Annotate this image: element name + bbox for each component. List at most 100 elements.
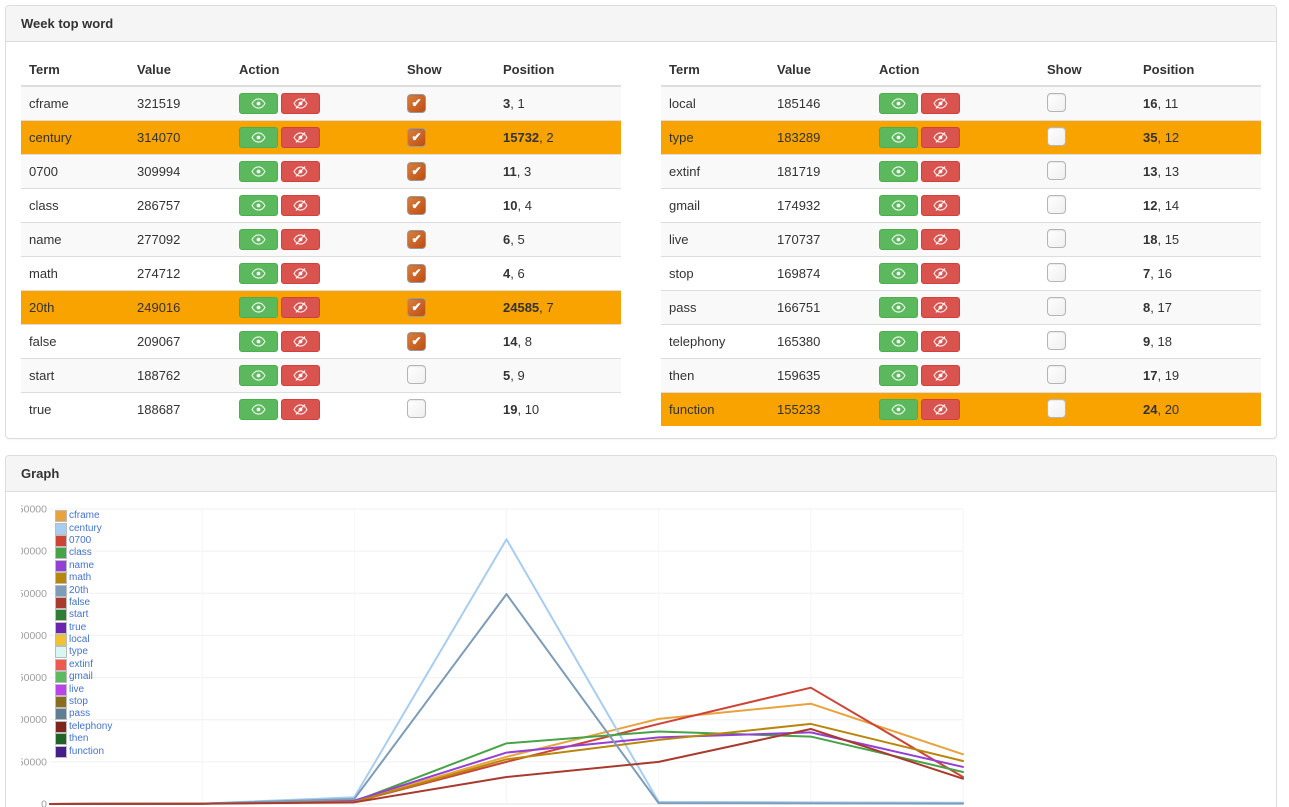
hide-button[interactable]	[921, 127, 960, 148]
show-checkbox[interactable]	[1047, 263, 1066, 282]
show-button[interactable]	[239, 297, 278, 318]
hide-button[interactable]	[921, 365, 960, 386]
term-cell: local	[661, 86, 769, 121]
show-checkbox[interactable]	[1047, 331, 1066, 350]
show-button[interactable]	[239, 195, 278, 216]
value-cell: 314070	[129, 121, 231, 155]
table-header-row: TermValueActionShowPosition	[661, 54, 1261, 86]
action-cell	[871, 223, 1039, 257]
legend-item-function[interactable]: function	[55, 745, 112, 757]
legend-item-type[interactable]: type	[55, 646, 112, 658]
hide-button[interactable]	[921, 161, 960, 182]
action-cell	[871, 121, 1039, 155]
hide-button[interactable]	[281, 331, 320, 352]
show-checkbox[interactable]	[407, 365, 426, 384]
legend-item-extinf[interactable]: extinf	[55, 659, 112, 671]
show-checkbox[interactable]	[1047, 399, 1066, 418]
value-cell: 188762	[129, 359, 231, 393]
show-button[interactable]	[879, 297, 918, 318]
legend-item-telephony[interactable]: telephony	[55, 721, 112, 733]
show-checkbox[interactable]	[1047, 93, 1066, 112]
show-checkbox[interactable]: ✔	[407, 298, 426, 317]
hide-button[interactable]	[281, 93, 320, 114]
show-cell	[1039, 86, 1135, 121]
hide-button[interactable]	[281, 365, 320, 386]
hide-button[interactable]	[921, 195, 960, 216]
legend-item-class[interactable]: class	[55, 547, 112, 559]
show-button[interactable]	[239, 263, 278, 284]
show-checkbox[interactable]: ✔	[407, 230, 426, 249]
legend-item-then[interactable]: then	[55, 733, 112, 745]
legend-label: type	[69, 647, 88, 657]
show-checkbox[interactable]	[1047, 365, 1066, 384]
show-checkbox[interactable]	[1047, 297, 1066, 316]
show-button[interactable]	[879, 195, 918, 216]
eye-icon	[251, 98, 266, 109]
legend-item-stop[interactable]: stop	[55, 696, 112, 708]
legend-item-gmail[interactable]: gmail	[55, 671, 112, 683]
show-button[interactable]	[239, 93, 278, 114]
hide-button[interactable]	[281, 263, 320, 284]
show-button[interactable]	[879, 331, 918, 352]
legend-label: then	[69, 734, 88, 744]
hide-button[interactable]	[921, 263, 960, 284]
hide-button[interactable]	[921, 229, 960, 250]
hide-button[interactable]	[281, 399, 320, 420]
show-cell	[1039, 359, 1135, 393]
show-cell	[1039, 393, 1135, 427]
eye-slash-icon	[293, 234, 308, 245]
show-button[interactable]	[879, 399, 918, 420]
show-checkbox[interactable]: ✔	[407, 128, 426, 147]
show-button[interactable]	[239, 229, 278, 250]
legend-item-local[interactable]: local	[55, 634, 112, 646]
table-row: telephony 165380 9, 18	[661, 325, 1261, 359]
hide-button[interactable]	[281, 127, 320, 148]
hide-button[interactable]	[281, 195, 320, 216]
hide-button[interactable]	[281, 229, 320, 250]
hide-button[interactable]	[281, 297, 320, 318]
show-checkbox[interactable]: ✔	[407, 332, 426, 351]
eye-icon	[891, 166, 906, 177]
show-checkbox[interactable]	[407, 399, 426, 418]
legend-item-century[interactable]: century	[55, 522, 112, 534]
legend-swatch	[55, 696, 67, 708]
legend-item-start[interactable]: start	[55, 609, 112, 621]
show-button[interactable]	[879, 93, 918, 114]
hide-button[interactable]	[921, 93, 960, 114]
legend-item-pass[interactable]: pass	[55, 708, 112, 720]
legend-item-20th[interactable]: 20th	[55, 584, 112, 596]
legend-item-false[interactable]: false	[55, 597, 112, 609]
show-checkbox[interactable]	[1047, 161, 1066, 180]
hide-button[interactable]	[921, 399, 960, 420]
show-checkbox[interactable]	[1047, 229, 1066, 248]
show-button[interactable]	[239, 331, 278, 352]
show-button[interactable]	[239, 127, 278, 148]
show-button[interactable]	[239, 161, 278, 182]
position-cell: 5, 9	[495, 359, 621, 393]
hide-button[interactable]	[281, 161, 320, 182]
legend-item-live[interactable]: live	[55, 683, 112, 695]
hide-button[interactable]	[921, 331, 960, 352]
show-checkbox[interactable]: ✔	[407, 196, 426, 215]
show-button[interactable]	[879, 229, 918, 250]
legend-item-true[interactable]: true	[55, 622, 112, 634]
show-button[interactable]	[239, 365, 278, 386]
value-cell: 183289	[769, 121, 871, 155]
show-button[interactable]	[879, 365, 918, 386]
show-checkbox[interactable]: ✔	[407, 264, 426, 283]
hide-button[interactable]	[921, 297, 960, 318]
show-button[interactable]	[879, 161, 918, 182]
legend-item-cframe[interactable]: cframe	[55, 510, 112, 522]
legend-item-name[interactable]: name	[55, 560, 112, 572]
legend-item-math[interactable]: math	[55, 572, 112, 584]
show-checkbox[interactable]: ✔	[407, 94, 426, 113]
show-checkbox[interactable]	[1047, 127, 1066, 146]
eye-slash-icon	[293, 98, 308, 109]
legend-item-0700[interactable]: 0700	[55, 535, 112, 547]
show-checkbox[interactable]: ✔	[407, 162, 426, 181]
show-checkbox[interactable]	[1047, 195, 1066, 214]
column-header: Value	[129, 54, 231, 86]
show-button[interactable]	[879, 127, 918, 148]
show-button[interactable]	[879, 263, 918, 284]
show-button[interactable]	[239, 399, 278, 420]
